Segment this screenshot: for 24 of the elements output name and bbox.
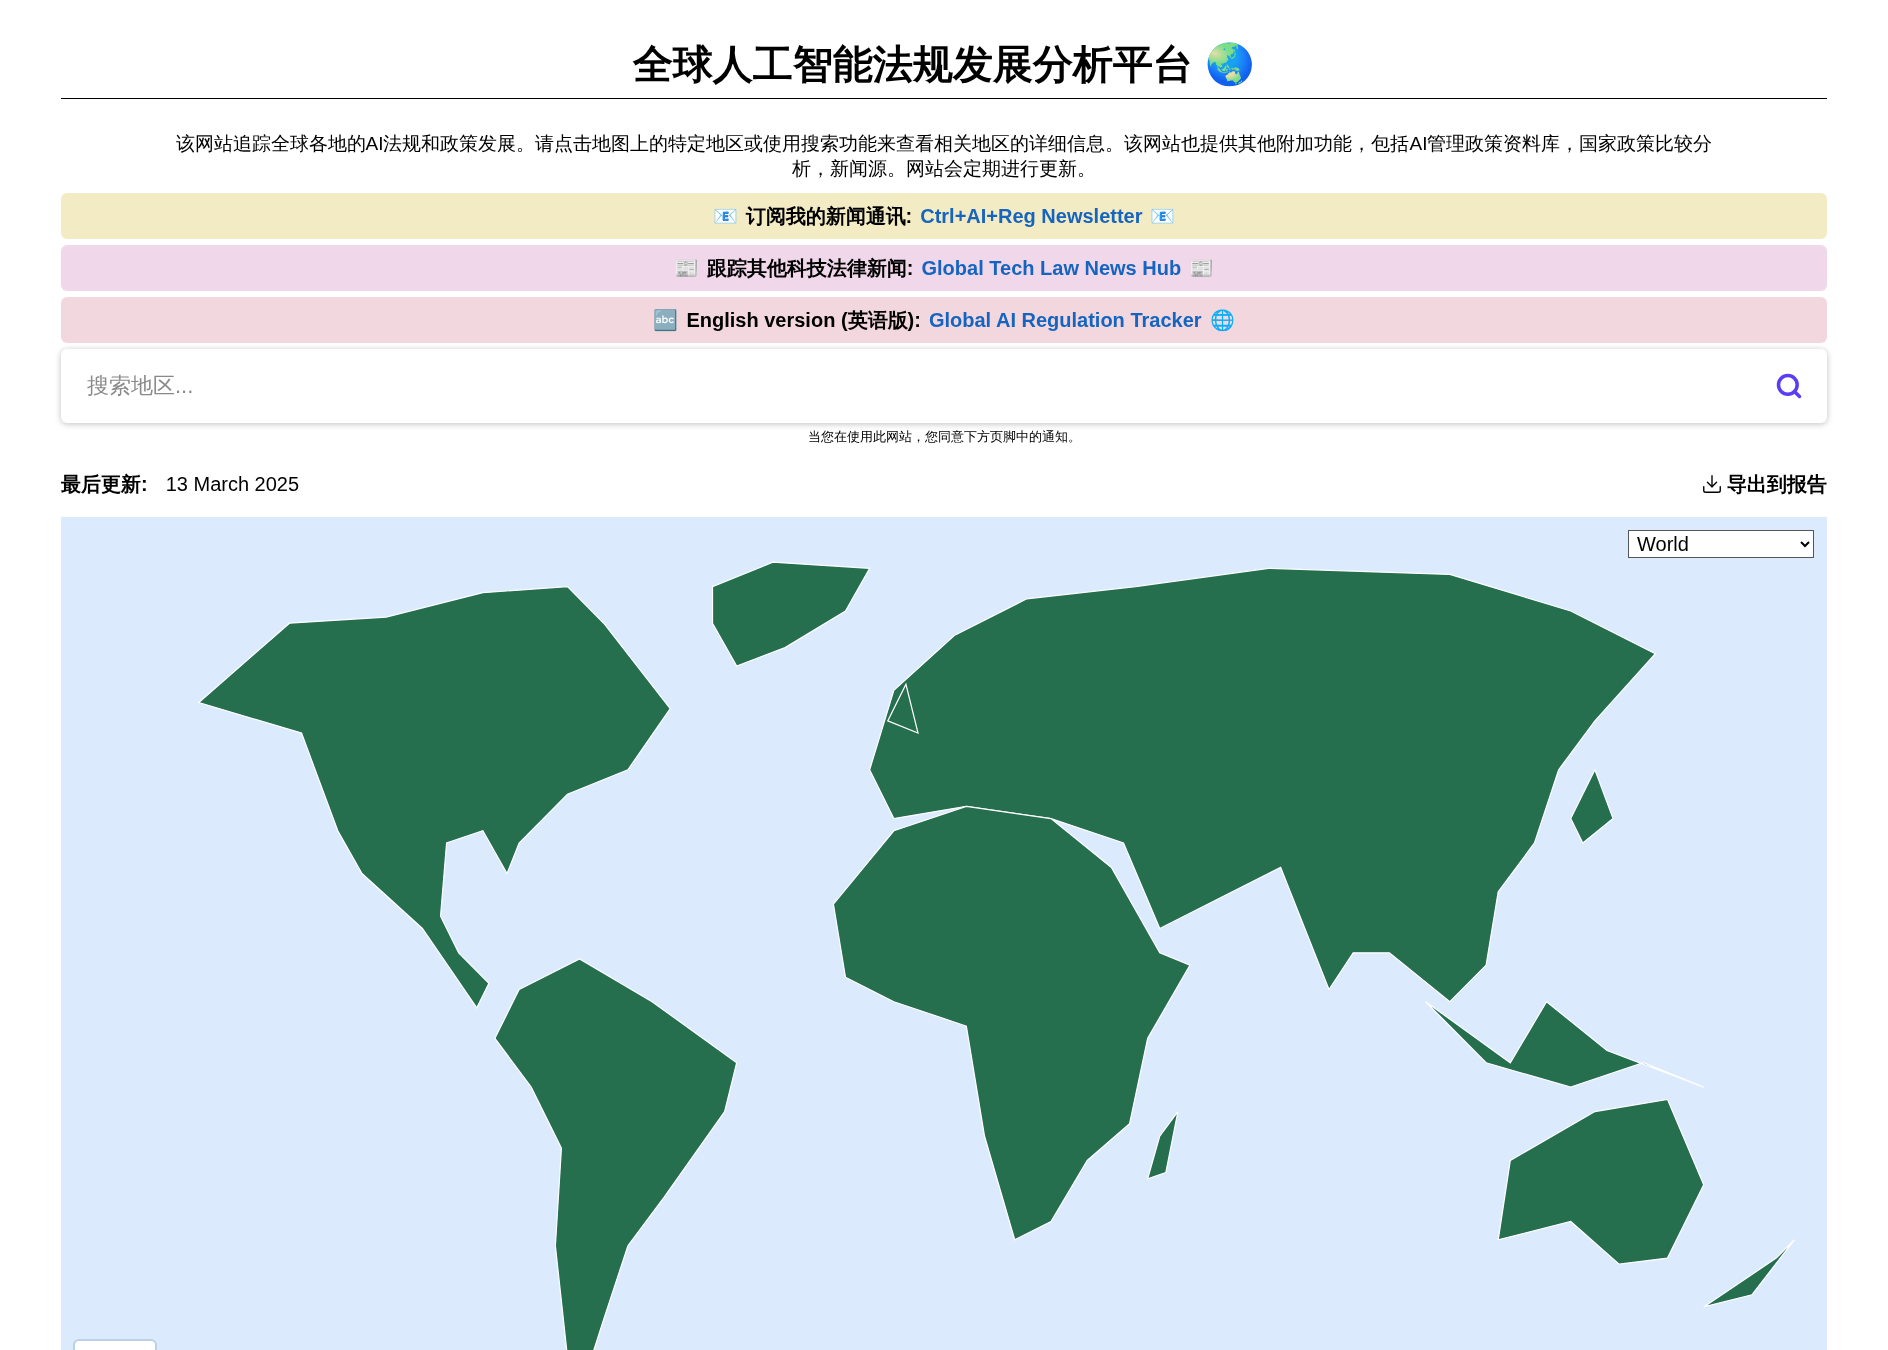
banner-emoji: 📰 — [1189, 256, 1215, 281]
banner-label: 订阅我的新闻通讯: — [745, 204, 913, 229]
search-icon[interactable] — [1775, 372, 1803, 400]
banner-emoji: 🔤 — [653, 308, 679, 333]
banner-label: English version (英语版): — [686, 308, 921, 333]
page-title: 全球人工智能法规发展分析平台 — [633, 41, 1193, 88]
last-updated-date: 13 March 2025 — [165, 471, 300, 497]
banner-link[interactable]: Global AI Regulation Tracker — [928, 305, 1202, 335]
banner-link[interactable]: Global Tech Law News Hub — [921, 253, 1182, 283]
banner-emoji: 🌐 — [1209, 308, 1235, 333]
globe-emoji: 🌏 — [1205, 41, 1255, 89]
region-select[interactable]: World — [1628, 529, 1814, 558]
export-button[interactable]: 导出到报告 — [1701, 468, 1827, 499]
world-map[interactable]: World — [61, 516, 1827, 1350]
banner-emoji: 📧 — [1150, 204, 1176, 229]
last-updated-label: 最后更新: — [61, 471, 148, 497]
banner-emoji: 📰 — [673, 256, 699, 281]
intro-paragraph: 该网站追踪全球各地的AI法规和政策发展。请点击地图上的特定地区或使用搜索功能来查看相关地区的详细信息。该网站也提供其他附加功能，包括AI管理政策资料库，国家政策比较分析，新闻源。网站会定期进行更新。 — [174, 132, 1714, 181]
search-field[interactable]: 搜索地区... — [61, 349, 1827, 423]
banner-label: 跟踪其他科技法律新闻: — [706, 256, 914, 281]
banner-link[interactable]: Ctrl+AI+Reg Newsletter — [920, 201, 1143, 231]
usage-notice: 当您在使用此网站，您同意下方页脚中的通知。 — [806, 428, 1082, 446]
banner-emoji: 📧 — [712, 204, 738, 229]
download-icon — [1701, 472, 1723, 495]
